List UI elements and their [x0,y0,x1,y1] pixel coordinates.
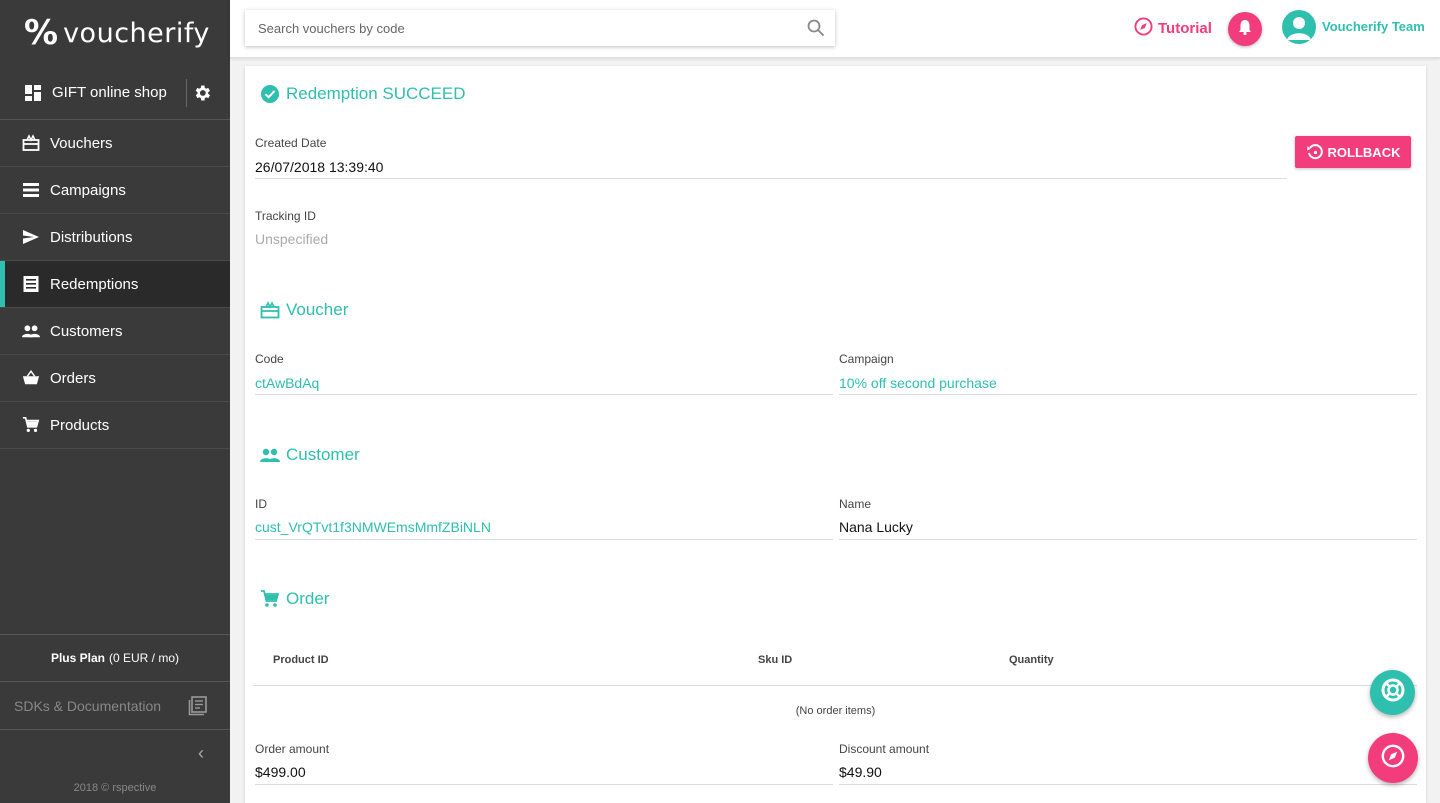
sidebar-item-customers[interactable]: Customers [0,308,230,355]
customer-name-label: Name [839,497,872,511]
docs-icon [188,696,208,719]
plan-name: Plus Plan [50,651,105,665]
people-icon [22,322,40,340]
copyright: 2018 © rspective [73,782,157,794]
column-header-product-id[interactable]: Product ID [273,654,329,666]
sidebar-item-distributions[interactable]: Distributions [0,214,230,261]
order-section-title-text: Order [286,589,330,608]
created-date-value: 26/07/2018 13:39:40 [255,159,384,175]
dashboard-icon [24,84,42,102]
sidebar-item-label: Products [50,416,110,434]
empty-order-items: (No order items) [795,705,876,717]
sidebar-item-label: Orders [50,369,96,387]
divider [255,539,833,540]
sidebar-item-vouchers[interactable]: Vouchers [0,120,230,167]
rollback-label: ROLLBACK [1327,144,1401,160]
avatar[interactable] [1282,10,1316,44]
customer-name-value: Nana Lucky [839,519,913,535]
order-amount-value: $499.00 [255,764,306,780]
divider [255,394,833,395]
gift-icon [22,134,40,152]
created-date-label: Created Date [255,136,327,150]
voucher-code-link[interactable]: ctAwBdAq [255,375,319,391]
logo-mark: % [24,13,58,53]
sidebar-item-label: Vouchers [50,134,113,152]
compass-icon [1134,17,1153,40]
notifications-button[interactable] [1228,12,1262,46]
customer-section-title-text: Customer [286,445,360,464]
logo[interactable]: % voucherify [0,0,230,66]
sidebar-item-orders[interactable]: Orders [0,355,230,402]
rollback-icon [1306,143,1324,161]
customer-id-label: ID [255,497,267,511]
help-button[interactable] [1370,670,1415,715]
sidebar-item-label: Redemptions [50,275,139,293]
tutorial-fab-button[interactable] [1368,733,1418,783]
redemption-details-card: Redemption SUCCEED Created Date 26/07/20… [245,66,1426,803]
receipt-icon [22,275,40,293]
tutorial-link[interactable]: Tutorial [1134,17,1212,40]
column-header-quantity[interactable]: Quantity [1009,654,1054,666]
sidebar-item-redemptions[interactable]: Redemptions [0,261,230,308]
project-name: GIFT online shop [52,84,167,101]
plan-info: Plus Plan (0 EUR / mo) [0,634,230,682]
team-name[interactable]: Voucherify Team [1322,19,1425,34]
voucher-section-title-text: Voucher [286,300,349,319]
customer-section-title: Customer [260,445,360,465]
customer-id-link[interactable]: cust_VrQTvt1f3NMWEmsMmfZBiNLN [255,519,491,535]
logo-text: voucherify [63,17,210,49]
column-header-sku-id[interactable]: Sku ID [758,654,792,666]
discount-amount-value: $49.90 [839,764,882,780]
bell-icon [1236,18,1254,41]
sdk-label: SDKs & Documentation [14,697,162,714]
tracking-id-value: Unspecified [255,231,329,247]
collapse-sidebar-button[interactable]: ‹ [0,730,230,776]
divider [839,784,1417,785]
voucher-section-title: Voucher [260,300,348,320]
top-bar: Tutorial Voucherify Team [230,0,1440,58]
sdk-documentation-link[interactable]: SDKs & Documentation [0,682,230,730]
divider [255,784,833,785]
discount-amount-label: Discount amount [839,742,930,756]
project-selector[interactable]: GIFT online shop [0,66,230,120]
divider [255,178,1287,179]
sidebar: % voucherify GIFT online shop Vouchers C… [0,0,230,803]
tracking-id-label: Tracking ID [255,209,316,223]
check-circle-icon [260,84,280,104]
people-icon [260,446,280,464]
sidebar-item-label: Distributions [50,228,133,246]
voucher-code-label: Code [255,352,284,366]
search-box[interactable] [245,10,835,46]
divider [186,79,187,107]
campaign-label: Campaign [839,352,894,366]
sidebar-item-label: Campaigns [50,181,126,199]
search-input[interactable] [258,20,788,36]
list-icon [22,181,40,199]
campaign-link[interactable]: 10% off second purchase [839,375,997,391]
divider [253,685,1417,686]
search-icon[interactable] [807,19,825,42]
tutorial-label: Tutorial [1158,20,1212,37]
sidebar-item-label: Customers [50,322,123,340]
gift-icon [260,301,280,319]
sidebar-item-products[interactable]: Products [0,402,230,449]
basket-icon [22,369,40,387]
gear-icon[interactable] [188,79,216,107]
lifebuoy-icon [1380,677,1406,708]
cart-icon [22,416,40,434]
order-section-title: Order [260,589,329,609]
redemption-title: Redemption SUCCEED [260,84,466,104]
redemption-title-text: Redemption SUCCEED [286,84,466,103]
order-amount-label: Order amount [255,742,330,756]
chevron-left-icon: ‹ [198,742,204,763]
cart-icon [260,590,280,608]
divider [839,394,1417,395]
send-icon [22,228,40,246]
sidebar-item-campaigns[interactable]: Campaigns [0,167,230,214]
rollback-button[interactable]: ROLLBACK [1295,136,1411,168]
divider [839,539,1417,540]
compass-icon [1381,744,1405,773]
plan-price: (0 EUR / mo) [109,651,180,665]
